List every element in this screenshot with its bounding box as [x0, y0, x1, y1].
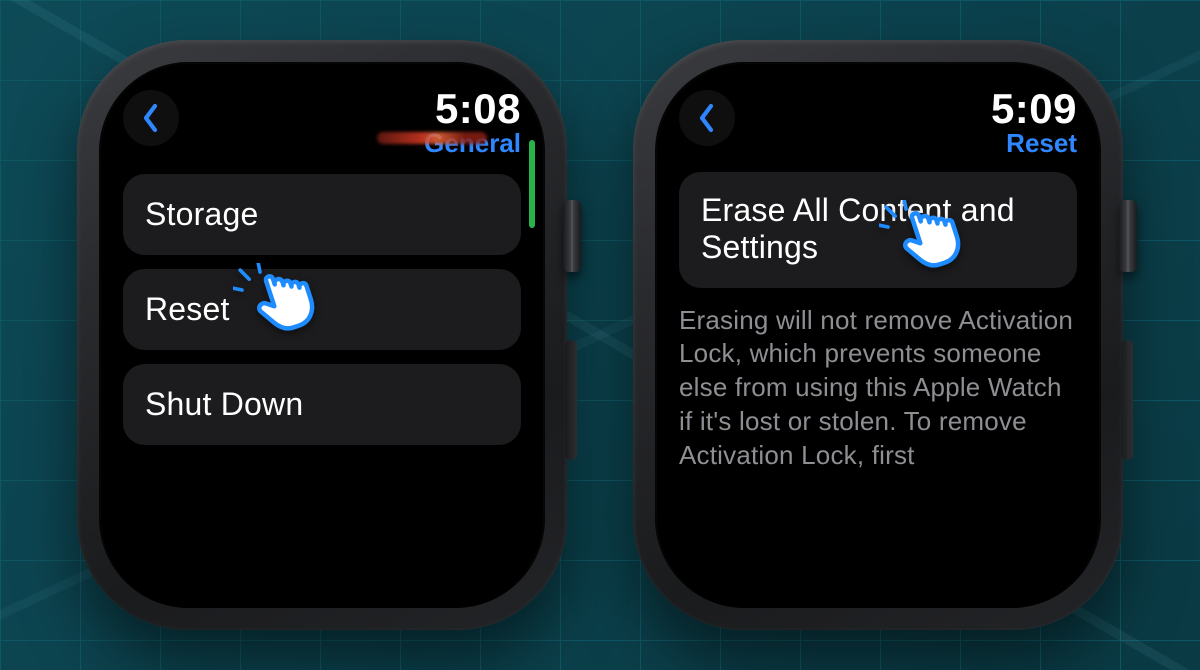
reset-list: Erase All Content and Settings	[679, 172, 1077, 288]
redacted-smudge	[377, 132, 487, 144]
chevron-left-icon	[141, 103, 161, 133]
watch-reset: 5:09 Reset Erase All Content and Setting…	[633, 40, 1123, 630]
watch-face-general: 5:08 General Storage Reset	[99, 62, 545, 608]
tap-cursor-icon	[233, 263, 323, 353]
fade	[99, 548, 545, 608]
watch-general: 5:08 General Storage Reset	[77, 40, 567, 630]
breadcrumb[interactable]: Reset	[991, 128, 1077, 159]
clock-time: 5:08	[424, 88, 521, 130]
header: 5:08 General	[123, 84, 521, 168]
row-reset[interactable]: Reset	[123, 269, 521, 350]
row-shut-down[interactable]: Shut Down	[123, 364, 521, 445]
chevron-left-icon	[697, 103, 717, 133]
scroll-indicator[interactable]	[529, 140, 535, 228]
watch-face-reset: 5:09 Reset Erase All Content and Setting…	[655, 62, 1101, 608]
settings-list: Storage Reset	[123, 174, 521, 445]
back-button[interactable]	[679, 90, 735, 146]
row-erase-all[interactable]: Erase All Content and Settings	[679, 172, 1077, 288]
row-label: Erase All Content and Settings	[701, 192, 1015, 265]
tutorial-stage: 5:08 General Storage Reset	[0, 0, 1200, 670]
row-label: Storage	[145, 196, 258, 232]
fade	[655, 548, 1101, 608]
back-button[interactable]	[123, 90, 179, 146]
row-label: Reset	[145, 291, 230, 327]
header: 5:09 Reset	[679, 84, 1077, 168]
row-storage[interactable]: Storage	[123, 174, 521, 255]
row-label: Shut Down	[145, 386, 303, 422]
erase-description: Erasing will not remove Activation Lock,…	[679, 304, 1077, 473]
clock-time: 5:09	[991, 88, 1077, 130]
